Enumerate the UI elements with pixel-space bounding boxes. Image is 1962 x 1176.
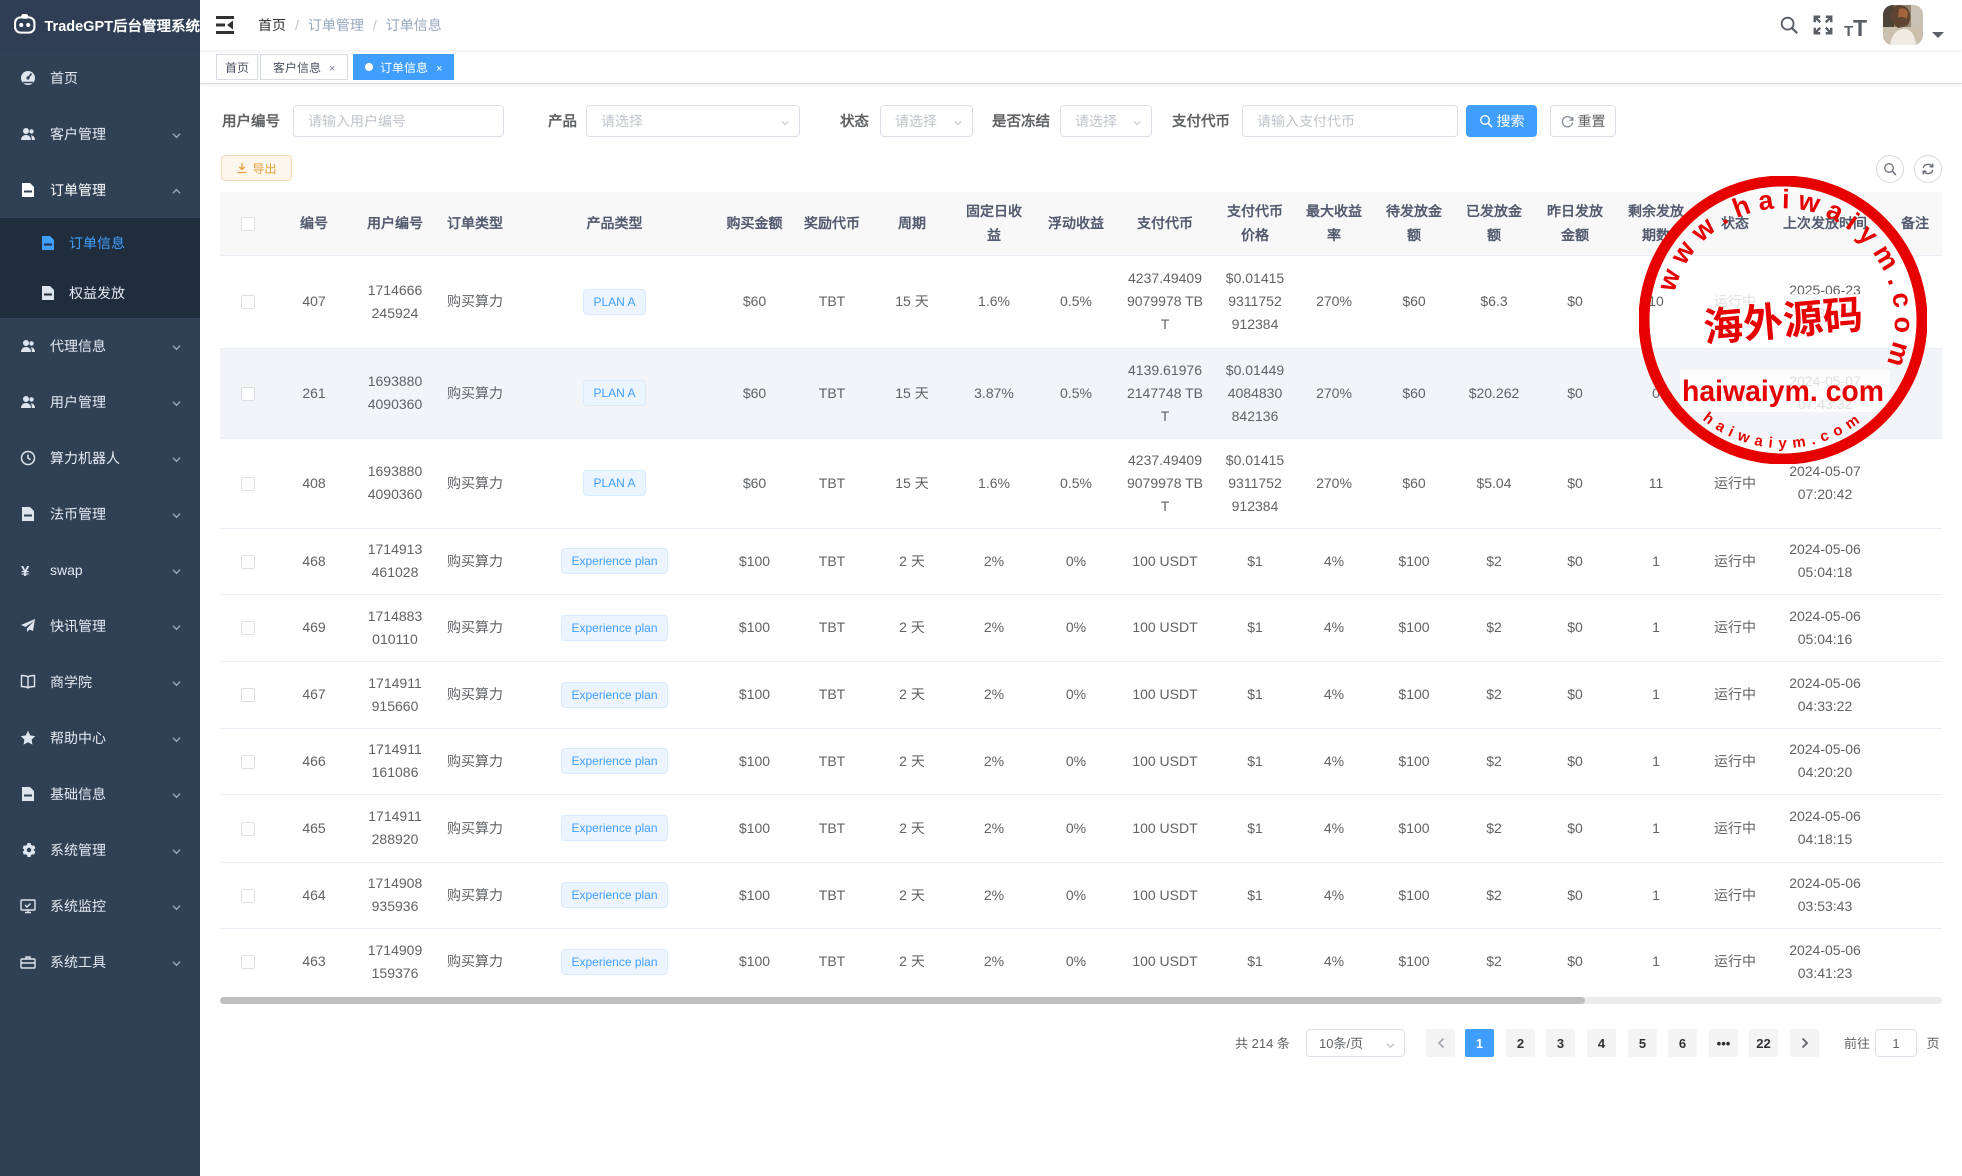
- svg-text:haiwaiym. com: haiwaiym. com: [1682, 375, 1884, 408]
